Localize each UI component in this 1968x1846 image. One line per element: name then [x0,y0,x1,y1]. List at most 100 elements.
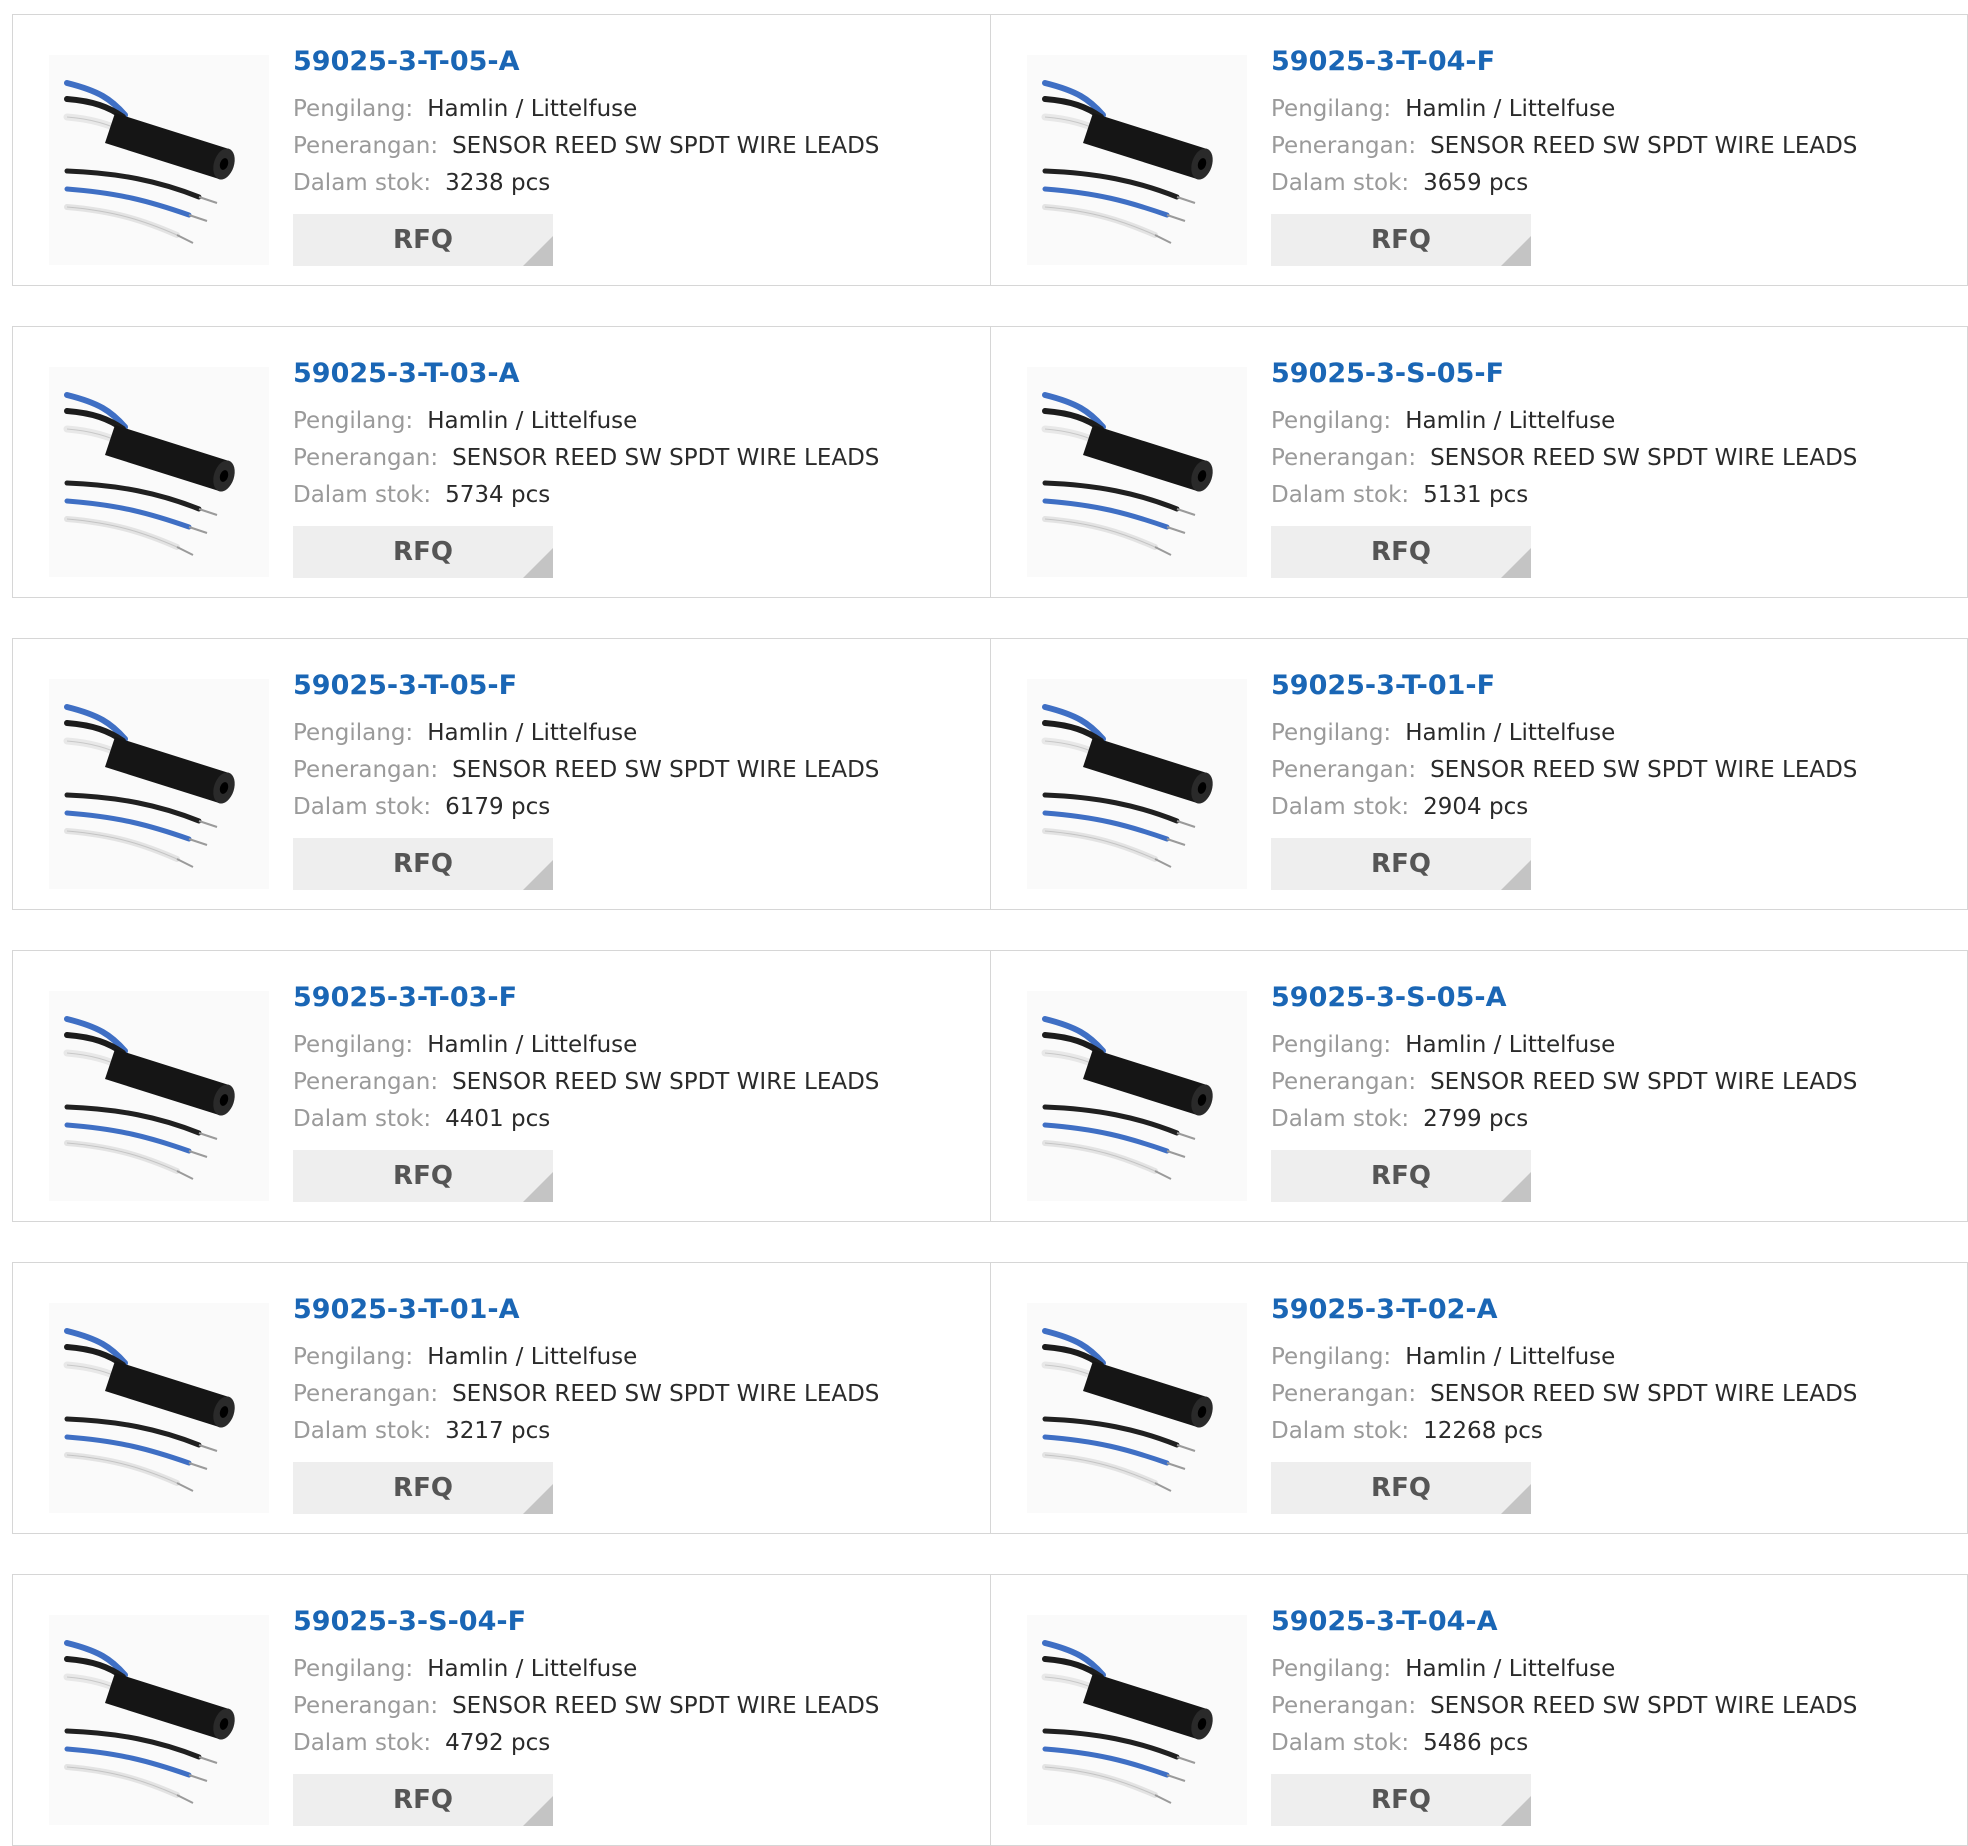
description-line: Penerangan: SENSOR REED SW SPDT WIRE LEAD… [293,1376,879,1413]
part-number-link[interactable]: 59025-3-S-05-A [1271,981,1857,1015]
rfq-label: RFQ [393,225,453,255]
product-image[interactable] [1027,55,1247,265]
description-label: Penerangan: [293,1381,439,1407]
description-line: Penerangan: SENSOR REED SW SPDT WIRE LEAD… [293,752,879,789]
manufacturer-label: Pengilang: [1271,408,1392,434]
manufacturer-line: Pengilang: Hamlin / Littelfuse [1271,1027,1857,1064]
rfq-button[interactable]: RFQ [1271,1462,1531,1514]
rfq-button[interactable]: RFQ [293,526,553,578]
product-card: 59025-3-T-03-F Pengilang: Hamlin / Littel… [13,951,990,1221]
rfq-label: RFQ [1371,225,1431,255]
product-image[interactable] [49,679,269,889]
manufacturer-line: Pengilang: Hamlin / Littelfuse [1271,715,1857,752]
manufacturer-line: Pengilang: Hamlin / Littelfuse [293,91,879,128]
rfq-button[interactable]: RFQ [293,838,553,890]
part-number-link[interactable]: 59025-3-T-03-A [293,357,879,391]
stock-label: Dalam stok: [1271,1730,1410,1756]
rfq-button[interactable]: RFQ [293,1150,553,1202]
part-number-link[interactable]: 59025-3-T-05-A [293,45,879,79]
product-image[interactable] [49,367,269,577]
product-card: 59025-3-T-03-A Pengilang: Hamlin / Littel… [13,327,990,597]
manufacturer-label: Pengilang: [293,1656,414,1682]
product-info: 59025-3-T-05-F Pengilang: Hamlin / Littel… [293,669,879,890]
product-image[interactable] [1027,679,1247,889]
rfq-label: RFQ [1371,1785,1431,1815]
stock-line: Dalam stok: 4401 pcs [293,1101,879,1138]
product-info: 59025-3-S-04-F Pengilang: Hamlin / Littel… [293,1605,879,1826]
product-card: 59025-3-T-01-A Pengilang: Hamlin / Littel… [13,1263,990,1533]
reed-sensor-icon [1027,1303,1247,1513]
rfq-button[interactable]: RFQ [293,1774,553,1826]
corner-triangle-icon [1501,860,1531,890]
description-line: Penerangan: SENSOR REED SW SPDT WIRE LEAD… [1271,128,1857,165]
product-info: 59025-3-T-03-F Pengilang: Hamlin / Littel… [293,981,879,1202]
description-label: Penerangan: [293,1069,439,1095]
rfq-button[interactable]: RFQ [1271,214,1531,266]
product-image[interactable] [49,55,269,265]
product-image[interactable] [49,991,269,1201]
product-image[interactable] [1027,1615,1247,1825]
product-row: 59025-3-T-05-A Pengilang: Hamlin / Littel… [12,14,1968,286]
product-image[interactable] [49,1615,269,1825]
stock-line: Dalam stok: 12268 pcs [1271,1413,1857,1450]
stock-line: Dalam stok: 5734 pcs [293,477,879,514]
reed-sensor-icon [1027,55,1247,265]
stock-value: 3217 pcs [445,1418,551,1444]
part-number-link[interactable]: 59025-3-T-05-F [293,669,879,703]
description-label: Penerangan: [1271,757,1417,783]
stock-label: Dalam stok: [1271,1418,1410,1444]
part-number-link[interactable]: 59025-3-T-04-A [1271,1605,1857,1639]
reed-sensor-icon [1027,679,1247,889]
stock-value: 4401 pcs [445,1106,551,1132]
description-label: Penerangan: [1271,1693,1417,1719]
product-card: 59025-3-T-02-A Pengilang: Hamlin / Littel… [990,1263,1967,1533]
product-image[interactable] [1027,991,1247,1201]
part-number-link[interactable]: 59025-3-T-01-F [1271,669,1857,703]
manufacturer-value: Hamlin / Littelfuse [427,408,638,434]
part-number-link[interactable]: 59025-3-S-04-F [293,1605,879,1639]
stock-label: Dalam stok: [293,170,432,196]
stock-value: 2904 pcs [1423,794,1529,820]
manufacturer-value: Hamlin / Littelfuse [427,1032,638,1058]
description-value: SENSOR REED SW SPDT WIRE LEADS [1430,1693,1858,1719]
product-card: 59025-3-T-04-A Pengilang: Hamlin / Littel… [990,1575,1967,1845]
rfq-button[interactable]: RFQ [293,214,553,266]
part-number-link[interactable]: 59025-3-S-05-F [1271,357,1857,391]
stock-line: Dalam stok: 6179 pcs [293,789,879,826]
manufacturer-label: Pengilang: [1271,720,1392,746]
part-number-link[interactable]: 59025-3-T-04-F [1271,45,1857,79]
stock-value: 5131 pcs [1423,482,1529,508]
product-image[interactable] [49,1303,269,1513]
product-info: 59025-3-T-01-F Pengilang: Hamlin / Littel… [1271,669,1857,890]
description-line: Penerangan: SENSOR REED SW SPDT WIRE LEAD… [1271,1376,1857,1413]
reed-sensor-icon [49,679,269,889]
product-image[interactable] [1027,1303,1247,1513]
rfq-button[interactable]: RFQ [1271,526,1531,578]
part-number-link[interactable]: 59025-3-T-01-A [293,1293,879,1327]
rfq-button[interactable]: RFQ [1271,1150,1531,1202]
rfq-button[interactable]: RFQ [1271,1774,1531,1826]
part-number-link[interactable]: 59025-3-T-03-F [293,981,879,1015]
rfq-label: RFQ [1371,1473,1431,1503]
part-number-link[interactable]: 59025-3-T-02-A [1271,1293,1857,1327]
product-info: 59025-3-T-03-A Pengilang: Hamlin / Littel… [293,357,879,578]
manufacturer-line: Pengilang: Hamlin / Littelfuse [1271,1339,1857,1376]
product-image[interactable] [1027,367,1247,577]
product-row: 59025-3-T-01-A Pengilang: Hamlin / Littel… [12,1262,1968,1534]
description-value: SENSOR REED SW SPDT WIRE LEADS [1430,445,1858,471]
description-value: SENSOR REED SW SPDT WIRE LEADS [1430,133,1858,159]
rfq-button[interactable]: RFQ [293,1462,553,1514]
rfq-label: RFQ [393,537,453,567]
rfq-button[interactable]: RFQ [1271,838,1531,890]
description-value: SENSOR REED SW SPDT WIRE LEADS [452,1381,880,1407]
product-card: 59025-3-S-05-F Pengilang: Hamlin / Littel… [990,327,1967,597]
manufacturer-label: Pengilang: [1271,1656,1392,1682]
description-value: SENSOR REED SW SPDT WIRE LEADS [452,1069,880,1095]
manufacturer-line: Pengilang: Hamlin / Littelfuse [293,715,879,752]
product-card: 59025-3-T-04-F Pengilang: Hamlin / Littel… [990,15,1967,285]
manufacturer-label: Pengilang: [1271,1344,1392,1370]
stock-label: Dalam stok: [293,1730,432,1756]
manufacturer-line: Pengilang: Hamlin / Littelfuse [293,1651,879,1688]
product-info: 59025-3-T-04-F Pengilang: Hamlin / Littel… [1271,45,1857,266]
stock-value: 6179 pcs [445,794,551,820]
